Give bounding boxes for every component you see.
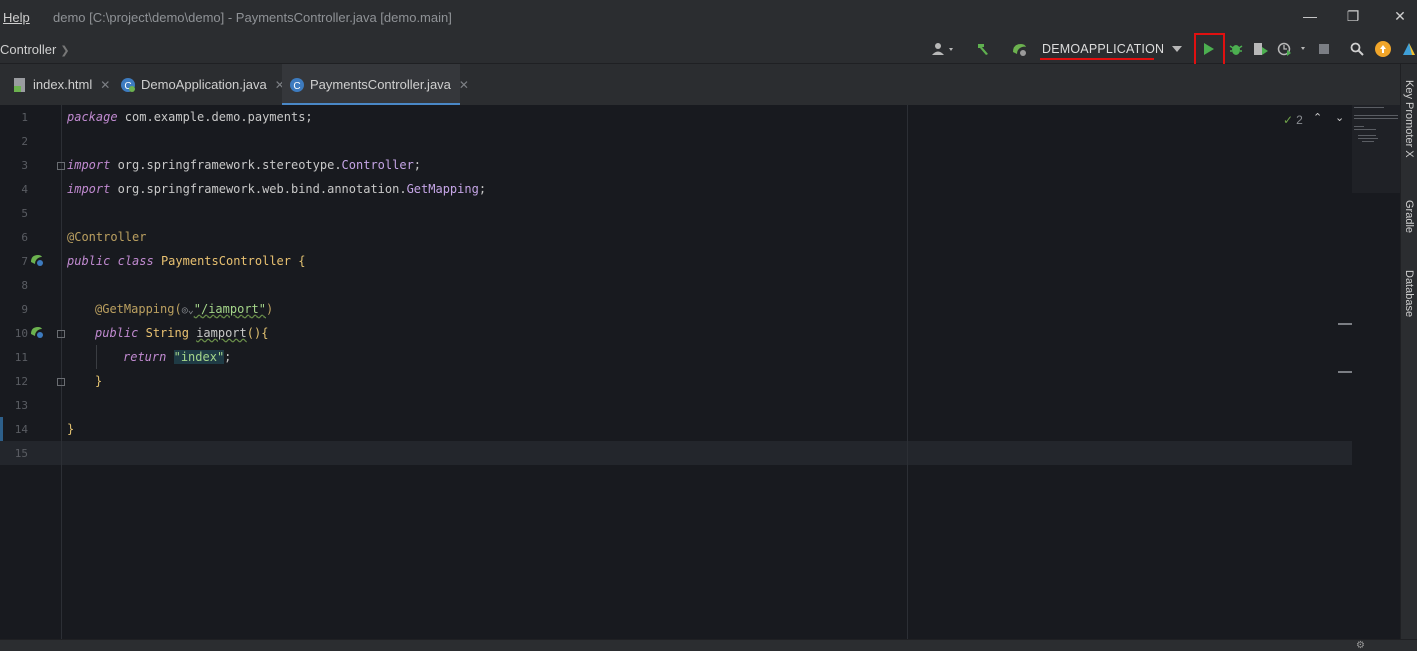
line-number: 3 [21,159,28,172]
code-line-10: public String iamport(){ [95,326,269,340]
inspection-widget[interactable]: ✓ 2 [1283,113,1303,127]
previous-highlight-icon[interactable]: ⌃ [1313,111,1322,124]
tab-index-html[interactable]: index.html ✕ [12,64,120,105]
build-hammer-icon[interactable] [973,39,993,59]
run-configuration-selector[interactable]: DEMOAPPLICATION [1042,42,1164,56]
line-number: 15 [14,447,28,460]
java-class-icon: C [120,77,136,93]
minimap-line [1354,115,1398,116]
check-icon: ✓ [1283,113,1294,127]
minimize-icon[interactable]: — [1300,6,1320,26]
line-number: 11 [14,351,28,364]
vcs-change-marker [0,417,3,441]
menu-help[interactable]: Help [3,10,30,25]
debug-bug-icon[interactable] [1227,39,1245,59]
line-number: 6 [21,231,28,244]
line-number: 12 [14,375,28,388]
code-line-3: import org.springframework.stereotype.Co… [67,158,422,172]
line-number: 7 [21,255,28,268]
line-number: 5 [21,207,28,220]
code-editor[interactable]: 1 2 3 4 5 6 7 8 9 10 11 12 13 14 15 pack… [0,105,1400,639]
account-icon[interactable] [930,39,958,59]
run-config-underline-annotation [1040,58,1154,60]
chevron-down-icon[interactable] [1170,39,1184,59]
scrollbar-marker[interactable] [1338,371,1352,373]
fold-icon[interactable] [57,162,65,170]
spring-config-icon [1010,39,1030,59]
code-line-12: } [95,374,103,388]
spring-mapping-gutter-icon[interactable] [30,325,44,342]
line-number: 2 [21,135,28,148]
tool-window-gradle[interactable]: Gradle [1403,200,1415,233]
coverage-icon[interactable] [1251,39,1271,59]
search-icon[interactable] [1348,39,1366,59]
tool-window-database[interactable]: Database [1403,270,1415,317]
close-icon[interactable]: ✕ [459,78,469,92]
tab-label: index.html [33,77,93,92]
tab-label: DemoApplication.java [141,77,267,92]
code-line-1: package com.example.demo.payments; [67,110,313,124]
next-highlight-icon[interactable]: ⌄ [1335,111,1344,124]
globe-icon[interactable]: ◎⌄ [182,305,194,316]
minimap-line [1354,129,1376,130]
fold-icon[interactable] [57,378,65,386]
svg-text:C: C [293,81,300,92]
title-bar: Help demo [C:\project\demo\demo] - Payme… [0,0,1417,34]
code-line-9: @GetMapping(◎⌄"/iamport") [95,302,274,316]
html-file-icon [12,77,28,93]
line-number: 4 [21,183,28,196]
tool-window-key-promoter[interactable]: Key Promoter X [1403,80,1415,158]
settings-gear-icon[interactable]: ⚙ [1356,641,1365,651]
line-number: 1 [21,111,28,124]
fold-icon[interactable] [57,330,65,338]
indent-guide [96,345,97,369]
plugin-icon[interactable] [1400,39,1417,59]
code-line-7: public class PaymentsController { [67,254,306,268]
code-line-11: return "index"; [123,350,232,364]
right-margin-guide [907,105,908,639]
scrollbar-marker[interactable] [1338,323,1352,325]
code-line-4: import org.springframework.web.bind.anno… [67,182,487,196]
stop-icon[interactable] [1317,39,1331,59]
breadcrumb[interactable]: Controller ❯ [0,42,70,57]
line-number: 10 [14,327,28,340]
close-icon[interactable]: ✕ [100,78,110,92]
profile-icon[interactable] [1276,39,1310,59]
minimap-line [1358,135,1376,136]
minimap-line [1358,138,1378,139]
tab-paymentscontroller-java[interactable]: C PaymentsController.java ✕ [282,64,469,105]
minimap-line [1354,107,1384,108]
status-bar: ⚙ [0,639,1417,651]
line-number: 8 [21,279,28,292]
tab-label: PaymentsController.java [310,77,451,92]
code-line-6: @Controller [67,230,147,244]
editor-tab-bar: index.html ✕ C DemoApplication.java ✕ C … [0,64,1400,105]
current-line-highlight [62,441,1352,465]
line-number: 9 [21,303,28,316]
minimap-line [1362,141,1374,142]
run-button-highlight-annotation [1194,33,1225,68]
spring-bean-gutter-icon[interactable] [30,253,44,270]
line-number: 14 [14,423,28,436]
close-window-icon[interactable]: ✕ [1390,6,1410,26]
restore-icon[interactable]: ❐ [1343,6,1363,26]
window-title: demo [C:\project\demo\demo] - PaymentsCo… [53,10,452,25]
line-number: 13 [14,399,28,412]
code-line-14: } [67,422,75,436]
minimap-line [1354,126,1364,127]
tab-demoapplication-java[interactable]: C DemoApplication.java ✕ [120,64,285,105]
java-class-icon: C [289,77,305,93]
update-icon[interactable] [1374,39,1392,59]
minimap-line [1354,118,1398,119]
